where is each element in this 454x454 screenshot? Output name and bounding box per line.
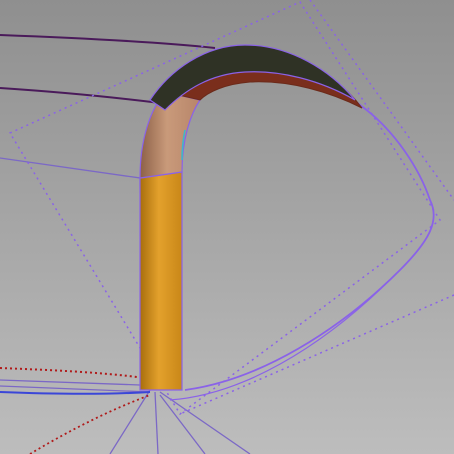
3d-viewport[interactable] [0, 0, 454, 454]
model-canvas[interactable] [0, 0, 454, 454]
tube-lower-surface[interactable] [139, 171, 183, 391]
